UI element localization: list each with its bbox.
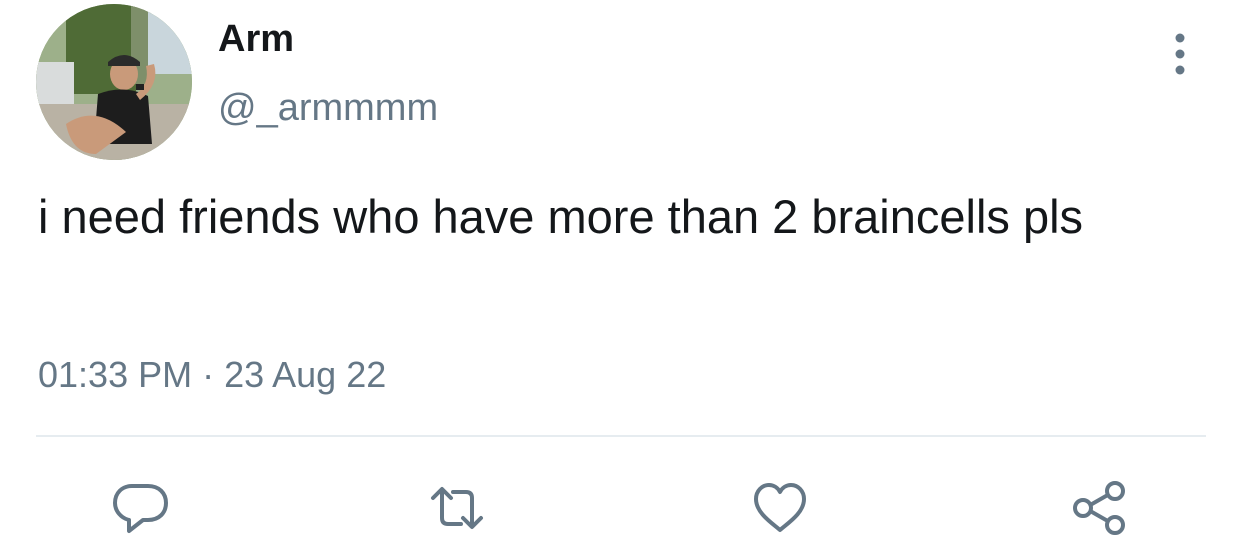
timestamp-separator: · <box>202 354 215 395</box>
more-options-button[interactable] <box>1160 30 1200 78</box>
tweet-timestamp[interactable]: 01:33 PM · 23 Aug 22 <box>38 352 386 398</box>
avatar[interactable] <box>36 4 192 160</box>
reply-button[interactable] <box>110 478 170 538</box>
reply-icon <box>113 484 168 533</box>
tweet-card: Arm @_armmmm i need friends who have mor… <box>0 0 1242 558</box>
user-handle[interactable]: @_armmmm <box>218 85 438 131</box>
more-vertical-icon <box>1175 33 1185 75</box>
display-name[interactable]: Arm <box>218 16 294 62</box>
tweet-time: 01:33 PM <box>38 354 193 395</box>
divider <box>36 435 1206 437</box>
retweet-icon <box>431 487 483 529</box>
tweet-date: 23 Aug 22 <box>224 354 387 395</box>
profile-photo <box>36 4 192 160</box>
retweet-button[interactable] <box>427 478 487 538</box>
like-button[interactable] <box>750 478 810 538</box>
share-button[interactable] <box>1070 478 1130 538</box>
share-icon <box>1073 481 1125 535</box>
tweet-text: i need friends who have more than 2 brai… <box>38 190 1084 243</box>
heart-icon <box>754 483 806 532</box>
